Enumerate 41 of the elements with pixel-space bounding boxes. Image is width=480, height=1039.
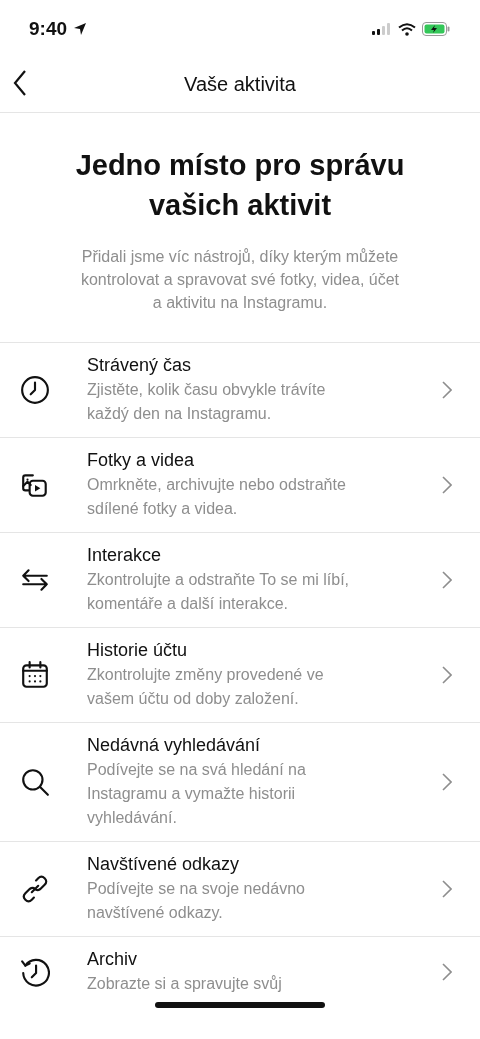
chevron-right-icon <box>442 962 452 981</box>
search-icon <box>20 766 50 797</box>
row-title: Archiv <box>87 948 138 971</box>
status-time: 9:40 <box>28 16 68 41</box>
signal-icon <box>372 23 392 35</box>
chevron-right-icon <box>442 570 452 589</box>
chevron-right-icon <box>442 665 452 684</box>
intro-text: Přidali jsme víc nástrojů, díky kterým můžete kontrolovat a spravovat své fotky, videa, účet a aktivitu na Instagramu. <box>79 247 401 313</box>
screen-title: Vaše aktivita <box>184 72 296 97</box>
activity-row[interactable]: Nedávná vyhledávání Podívejte se na svá hledání na Instagramu a vymažte historii vyhledávání. <box>0 723 480 842</box>
clock-icon <box>20 374 50 405</box>
history-icon <box>20 956 50 987</box>
wifi-icon <box>398 22 416 36</box>
row-title: Nedávná vyhledávání <box>87 734 262 757</box>
row-title: Fotky a videa <box>87 449 196 472</box>
row-description: Zkontrolujte a odstraňte To se mi líbí, komentáře a další interakce. <box>87 570 351 614</box>
chevron-right-icon <box>442 380 452 399</box>
calendar-icon <box>20 659 50 690</box>
chevron-right-icon <box>442 879 452 898</box>
row-title: Historie účtu <box>87 639 189 662</box>
row-description: Podívejte se na svoje nedávno navštívené odkazy. <box>87 879 306 923</box>
activity-row[interactable]: Historie účtu Zkontrolujte změny provedené ve vašem účtu od doby založení. <box>0 628 480 723</box>
row-description: Zjistěte, kolik času obvykle trávíte každý den na Instagramu. <box>87 380 327 424</box>
activity-row[interactable]: Strávený čas Zjistěte, kolik času obvykle trávíte každý den na Instagramu. <box>0 343 480 438</box>
row-description: Omrkněte, archivujte nebo odstraňte sdílené fotky a videa. <box>87 475 347 519</box>
row-title: Navštívené odkazy <box>87 853 241 876</box>
row-description: Zkontrolujte změny provedené ve vašem účtu od doby založení. <box>87 665 325 709</box>
row-title: Strávený čas <box>87 354 193 377</box>
row-description: Zobrazte si a spravujte svůj <box>87 974 283 994</box>
activity-row[interactable]: Interakce Zkontrolujte a odstraňte To se mi líbí, komentáře a další interakce. <box>0 533 480 628</box>
battery-icon <box>422 22 450 36</box>
row-description: Podívejte se na svá hledání na Instagramu a vymažte historii vyhledávání. <box>87 760 307 828</box>
activity-row[interactable]: Navštívené odkazy Podívejte se na svoje nedávno navštívené odkazy. <box>0 842 480 937</box>
chevron-right-icon <box>442 772 452 791</box>
chevron-right-icon <box>442 475 452 494</box>
back-chevron-icon <box>13 70 27 96</box>
link-icon <box>20 873 50 904</box>
row-title: Interakce <box>87 544 163 567</box>
location-arrow-icon <box>73 22 88 36</box>
intro-heading: Jedno místo pro správu vašich aktivit <box>74 148 406 223</box>
activity-row[interactable]: Fotky a videa Omrkněte, archivujte nebo odstraňte sdílené fotky a videa. <box>0 438 480 533</box>
